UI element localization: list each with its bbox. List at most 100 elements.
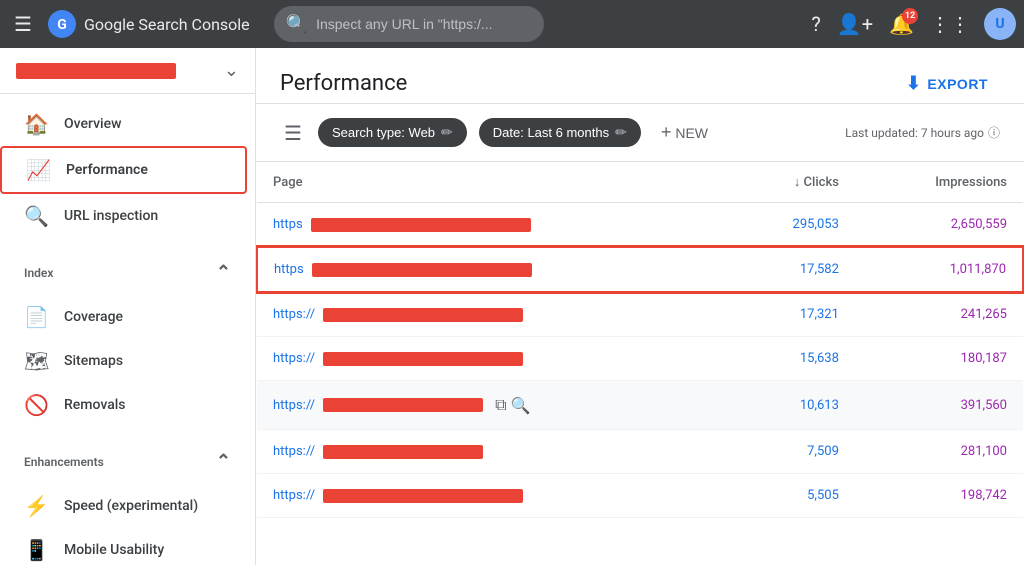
sidebar-item-label: URL inspection (64, 208, 158, 224)
logo-text: Google Search Console (84, 15, 250, 34)
clicks-value: 17,321 (800, 307, 839, 322)
sidebar-item-label: Overview (64, 116, 121, 132)
search-icon: 🔍 (286, 14, 308, 35)
account-management-icon[interactable]: 👤+ (831, 6, 879, 42)
url-redacted (323, 489, 523, 503)
url-prefix[interactable]: https:// (273, 307, 315, 322)
impressions-value: 391,560 (961, 398, 1007, 413)
row-actions: ⧉🔍 (495, 395, 530, 415)
property-selector[interactable]: ⌄ (0, 48, 255, 94)
table-row[interactable]: https://⧉🔍10,613391,560 (257, 381, 1023, 430)
sidebar-item-sitemaps[interactable]: 🗺 Sitemaps (0, 339, 247, 383)
clicks-cell: 10,613 (728, 381, 855, 430)
url-prefix[interactable]: https (273, 217, 303, 232)
topbar: ☰ G Google Search Console 🔍 ? 👤+ 🔔 12 ⋮⋮… (0, 0, 1024, 48)
sidebar-item-overview[interactable]: 🏠 Overview (0, 102, 247, 146)
table-row[interactable]: https://7,509281,100 (257, 430, 1023, 474)
url-search-bar[interactable]: 🔍 (274, 6, 544, 42)
page-cell: https:// (257, 430, 728, 474)
topbar-actions: ? 👤+ 🔔 12 ⋮⋮ U (805, 6, 1016, 42)
new-label: NEW (675, 125, 708, 141)
index-nav: 📄 Coverage 🗺 Sitemaps 🚫 Removals (0, 287, 255, 435)
table-body: https 295,053 2,650,559 https 17,582 1,011,87… (257, 203, 1023, 518)
sidebar-item-url-inspection[interactable]: 🔍 URL inspection (0, 194, 247, 238)
apps-icon[interactable]: ⋮⋮ (924, 6, 976, 42)
table-row[interactable]: https 295,053 2,650,559 (257, 203, 1023, 248)
sidebar-item-mobile-usability[interactable]: 📱 Mobile Usability (0, 528, 247, 565)
sidebar-item-speed[interactable]: ⚡ Speed (experimental) (0, 484, 247, 528)
url-prefix[interactable]: https (274, 262, 304, 277)
url-redacted (311, 218, 531, 232)
table-row[interactable]: https:// 17,321 241,265 (257, 292, 1023, 337)
date-filter[interactable]: Date: Last 6 months ✏ (479, 118, 641, 147)
url-prefix[interactable]: https:// (273, 488, 315, 503)
url-prefix[interactable]: https:// (273, 444, 315, 459)
sidebar-item-coverage[interactable]: 📄 Coverage (0, 295, 247, 339)
table-container: Page ↓ Clicks Impressions https 295,053 2,… (256, 162, 1024, 565)
table-header-row: Page ↓ Clicks Impressions (257, 162, 1023, 203)
property-chevron-icon: ⌄ (224, 60, 239, 81)
gsc-logo-icon: G (46, 8, 78, 40)
sidebar: ⌄ 🏠 Overview 📈 Performance 🔍 URL inspect… (0, 48, 256, 565)
pages-table: Page ↓ Clicks Impressions https 295,053 2,… (256, 162, 1024, 518)
mobile-icon: 📱 (24, 538, 48, 562)
last-updated: Last updated: 7 hours ago ⓘ (845, 124, 1000, 141)
index-section-label: Index (24, 266, 53, 280)
index-chevron-icon[interactable]: ⌃ (216, 262, 231, 283)
table-row[interactable]: https 17,582 1,011,870 (257, 247, 1023, 292)
edit-icon: ✏ (441, 124, 453, 141)
col-impressions[interactable]: Impressions (855, 162, 1023, 203)
avatar[interactable]: U (984, 8, 1016, 40)
sidebar-item-label: Performance (66, 162, 148, 178)
content-area: Performance ⬇ EXPORT ☰ Search type: Web … (256, 48, 1024, 565)
sidebar-item-performance[interactable]: 📈 Performance (0, 146, 247, 194)
export-icon: ⬇ (906, 73, 922, 94)
clicks-cell: 17,582 (728, 247, 855, 292)
impressions-value: 180,187 (961, 351, 1007, 366)
table-row[interactable]: https://5,505198,742 (257, 474, 1023, 518)
page-title: Performance (280, 71, 407, 96)
enhancements-chevron-icon[interactable]: ⌃ (216, 451, 231, 472)
col-clicks[interactable]: ↓ Clicks (728, 162, 855, 203)
plus-icon: + (661, 122, 672, 143)
inspect-url-icon[interactable]: 🔍 (511, 396, 531, 415)
clicks-cell: 17,321 (728, 292, 855, 337)
url-search-input[interactable] (316, 16, 531, 32)
notifications-icon[interactable]: 🔔 12 (883, 6, 920, 42)
url-redacted (323, 445, 483, 459)
home-icon: 🏠 (24, 112, 48, 136)
property-redacted (16, 63, 176, 79)
clicks-cell: 295,053 (728, 203, 855, 248)
url-prefix[interactable]: https:// (273, 351, 315, 366)
filter-icon[interactable]: ☰ (280, 117, 306, 149)
impressions-cell: 1,011,870 (855, 247, 1023, 292)
menu-icon[interactable]: ☰ (8, 6, 38, 42)
sidebar-item-label: Mobile Usability (64, 542, 164, 558)
clicks-value: 17,582 (800, 262, 839, 277)
url-redacted (323, 308, 523, 322)
edit-icon: ✏ (615, 124, 627, 141)
index-section-header: Index ⌃ (0, 246, 255, 287)
export-button[interactable]: ⬇ EXPORT (894, 65, 1000, 102)
clicks-value: 295,053 (793, 217, 839, 232)
impressions-value: 241,265 (961, 307, 1007, 322)
help-circle-icon[interactable]: ⓘ (988, 124, 1000, 141)
impressions-cell: 2,650,559 (855, 203, 1023, 248)
last-updated-text: Last updated: 7 hours ago (845, 126, 984, 140)
sidebar-nav: 🏠 Overview 📈 Performance 🔍 URL inspectio… (0, 94, 255, 246)
sidebar-item-removals[interactable]: 🚫 Removals (0, 383, 247, 427)
url-prefix[interactable]: https:// (273, 398, 315, 413)
url-redacted (323, 398, 483, 412)
help-icon[interactable]: ? (805, 6, 826, 42)
speed-icon: ⚡ (24, 494, 48, 518)
sidebar-item-label: Coverage (64, 309, 123, 325)
external-link-icon[interactable]: ⧉ (495, 395, 506, 415)
new-filter-button[interactable]: + NEW (653, 116, 716, 149)
sort-down-icon: ↓ (794, 175, 801, 190)
search-type-filter[interactable]: Search type: Web ✏ (318, 118, 467, 147)
sidebar-item-label: Removals (64, 397, 126, 413)
filters-bar: ☰ Search type: Web ✏ Date: Last 6 months… (256, 104, 1024, 162)
sitemaps-icon: 🗺 (24, 349, 48, 373)
table-row[interactable]: https://15,638180,187 (257, 337, 1023, 381)
impressions-cell: 281,100 (855, 430, 1023, 474)
